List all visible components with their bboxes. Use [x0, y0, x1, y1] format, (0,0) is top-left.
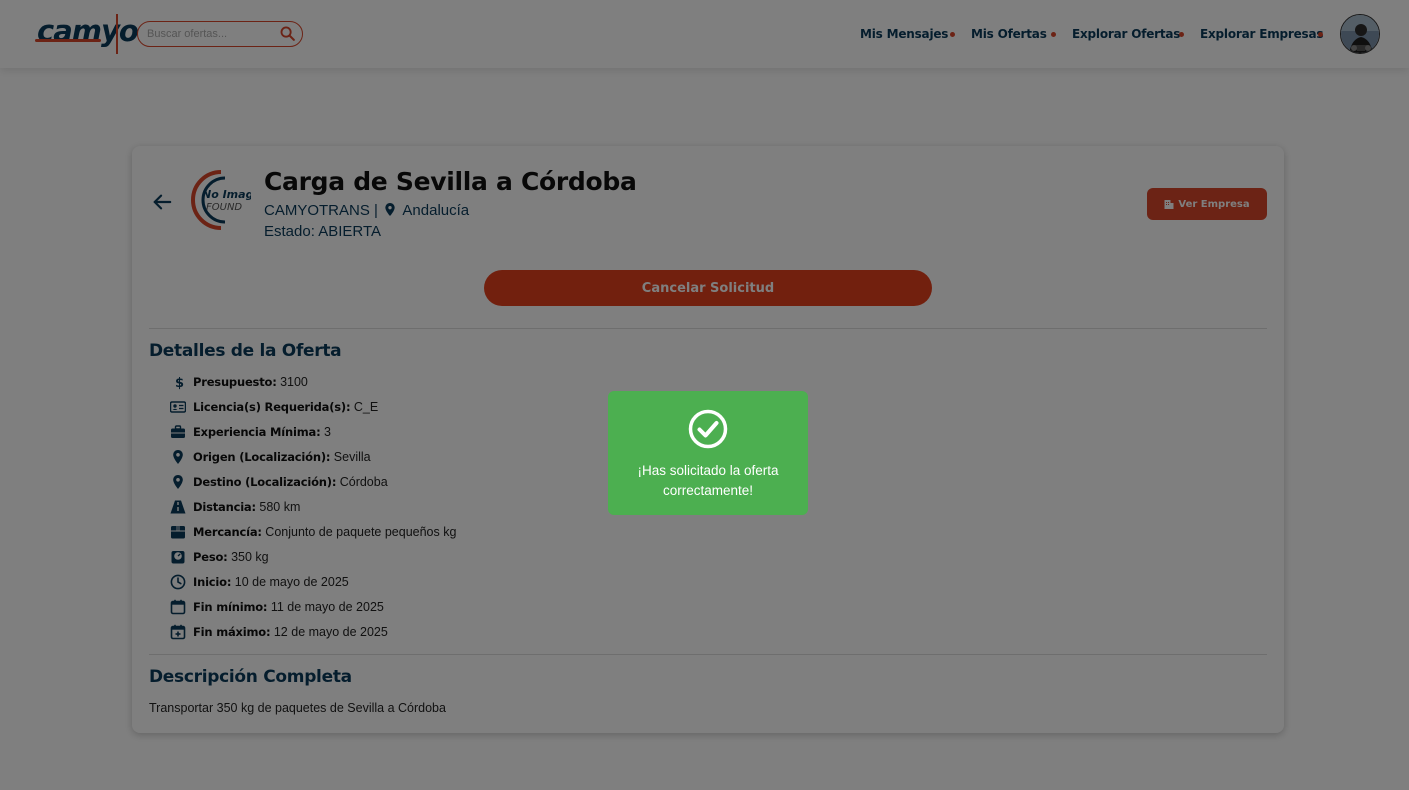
success-toast: ¡Has solicitado la oferta correctamente!	[608, 391, 808, 515]
check-circle-icon	[688, 409, 728, 449]
toast-message: ¡Has solicitado la oferta correctamente!	[637, 463, 779, 498]
